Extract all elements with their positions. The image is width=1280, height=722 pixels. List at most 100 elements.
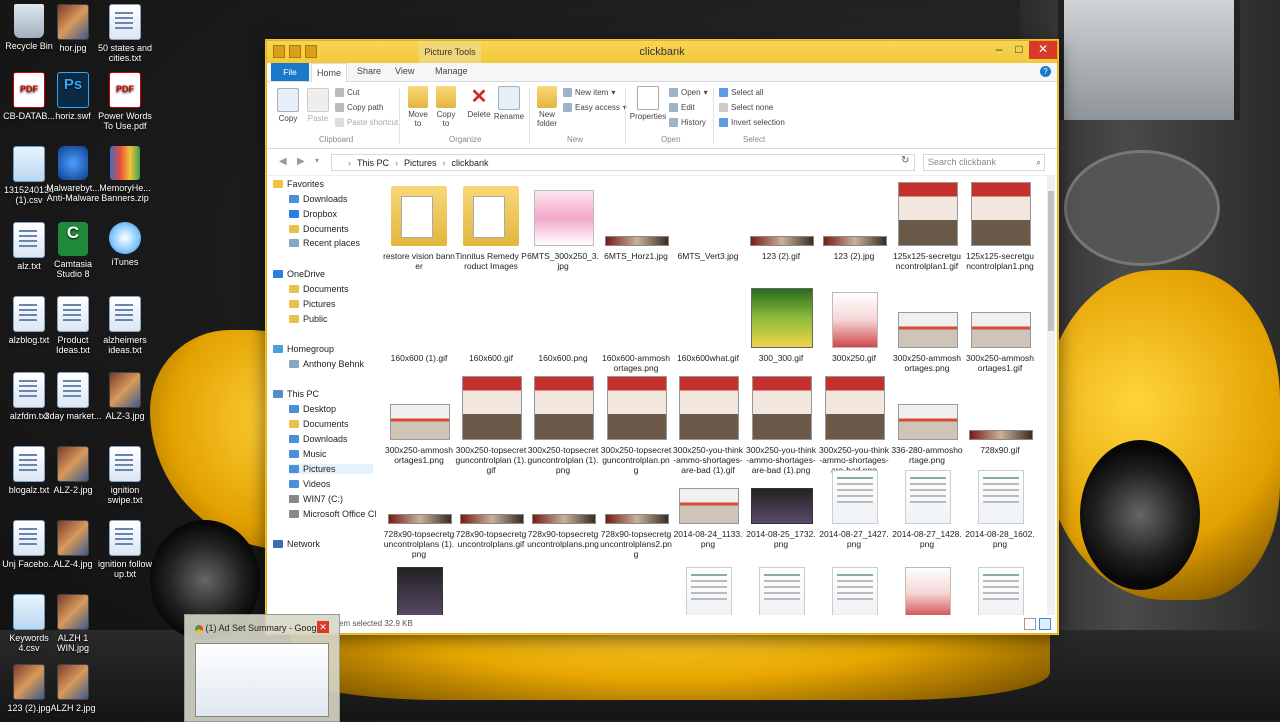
file-item[interactable]: 6MTS_300x250_3.jpg [527,179,599,271]
file-item[interactable]: 2014-08-27_1428.png [891,470,963,549]
file-item[interactable]: 2014-08-27_1427.png [818,470,890,549]
file-item[interactable]: 6MTS_Horz1.jpg [600,179,672,261]
taskbar-preview[interactable]: (1) Ad Set Summary - Googl... ✕ [184,614,340,722]
desktop-icon[interactable]: ignition follow up.txt [94,520,156,579]
breadcrumb-this-pc[interactable]: This PC [357,158,389,168]
desktop-icon[interactable]: ALZ-3.jpg [94,372,156,421]
copy-path-button[interactable]: Copy path [335,103,383,112]
tab-share[interactable]: Share [357,66,381,76]
nav-item[interactable]: Desktop [289,404,336,414]
file-item[interactable]: 300x250.gif [818,281,890,363]
file-item[interactable]: 160x600-ammoshortages.png [600,281,672,373]
history-button[interactable]: History [669,118,706,127]
file-item[interactable]: 125x125-secretguncontrolplan1.png [964,179,1036,271]
back-icon[interactable]: ◀ [279,156,287,167]
desktop-icon[interactable]: 50 states and cities.txt [94,4,156,63]
file-item[interactable]: 300_300.gif [745,281,817,363]
image-thumbnail[interactable] [832,567,878,615]
file-item[interactable]: Tinnitus Remedy Product Images [455,179,527,271]
properties-button[interactable]: Properties [629,86,667,121]
nav-item[interactable]: Anthony Behnk [289,359,364,369]
vertical-scrollbar[interactable] [1047,175,1055,615]
file-item[interactable]: 160x600.png [527,281,599,363]
file-item[interactable]: 160x600.gif [455,281,527,363]
file-item[interactable]: 300x250-ammoshortages1.png [383,369,455,465]
file-item[interactable]: 160x600what.gif [672,281,744,363]
image-thumbnail[interactable] [905,567,951,615]
image-thumbnail[interactable] [397,567,443,615]
cut-button[interactable]: Cut [335,88,359,97]
nav-item[interactable]: Documents [289,284,349,294]
copy-to-button[interactable]: Copy to [433,86,459,128]
nav-item[interactable]: Pictures [289,299,336,309]
nav-item[interactable]: Recent places [289,238,360,248]
search-icon[interactable]: ⌕ [1036,155,1041,170]
title-bar[interactable]: Picture Tools clickbank – □ ✕ [267,41,1057,63]
file-item[interactable]: 123 (2).jpg [818,179,890,261]
details-view-icon[interactable] [1024,618,1036,630]
delete-button[interactable]: ✕ Delete [465,86,493,119]
breadcrumb-clickbank[interactable]: clickbank [452,158,489,168]
tab-manage[interactable]: Manage [435,66,468,76]
new-folder-button[interactable]: New folder [533,86,561,128]
tab-file[interactable]: File [271,63,309,81]
file-item[interactable]: 728x90-topsecretguncontrolplans2.png [600,473,672,559]
nav-item[interactable]: Microsoft Office Clic [289,509,377,519]
file-item[interactable]: 728x90-topsecretguncontrolplans (1).png [383,473,455,559]
file-item[interactable]: 728x90-topsecretguncontrolplans.png [527,473,599,549]
search-input[interactable]: Search clickbank ⌕ [923,154,1045,171]
nav-item[interactable]: Documents [289,419,349,429]
tab-home[interactable]: Home [311,63,347,83]
nav-item[interactable]: This PC [273,389,319,399]
nav-item[interactable]: OneDrive [273,269,325,279]
easy-access-button[interactable]: Easy access▾ [563,103,627,112]
nav-item[interactable]: Public [289,314,328,324]
nav-item[interactable]: Homegroup [273,344,334,354]
paste-shortcut-button[interactable]: Paste shortcut [335,118,398,127]
preview-close-button[interactable]: ✕ [317,621,329,633]
select-all-button[interactable]: Select all [719,88,763,97]
file-item[interactable]: 300x250-you-think-ammo-shortages-are-bad… [818,369,890,475]
file-item[interactable]: 728x90-topsecretguncontrolplans.gif [455,473,527,549]
desktop-icon[interactable]: ALZH 1 WIN.jpg [42,594,104,653]
refresh-icon[interactable]: ↻ [901,155,909,166]
minimize-button[interactable]: – [989,41,1009,59]
edit-button[interactable]: Edit [669,103,695,112]
file-item[interactable]: 300x250-ammoshortages1.gif [964,281,1036,373]
file-item[interactable]: 2014-08-28_1602.png [964,470,1036,549]
image-thumbnail[interactable] [686,567,732,615]
file-item[interactable]: 123 (2).gif [745,179,817,261]
file-item[interactable]: 300x250-you-think-ammo-shortages-are-bad… [745,369,817,475]
file-item[interactable]: 6MTS_Vert3.jpg [672,179,744,261]
maximize-button[interactable]: □ [1009,41,1029,59]
breadcrumb-pictures[interactable]: Pictures [404,158,437,168]
new-item-button[interactable]: New item ▾ [563,88,615,97]
nav-item[interactable]: Pictures [289,464,373,474]
desktop-icon[interactable]: Power Words To Use.pdf [94,72,156,131]
move-to-button[interactable]: Move to [405,86,431,128]
file-item[interactable]: 2014-08-25_1732.png [745,473,817,549]
nav-item[interactable]: Downloads [289,194,348,204]
desktop-icon[interactable]: ALZH 2.jpg [42,664,104,713]
nav-item[interactable]: Documents [289,224,349,234]
breadcrumb[interactable]: › This PC › Pictures › clickbank [331,154,915,171]
image-thumbnail[interactable] [978,567,1024,615]
open-button[interactable]: Open ▾ [669,88,708,97]
scrollbar-thumb[interactable] [1048,191,1054,331]
file-item[interactable]: 300x250-topsecretguncontrolplan.png [600,369,672,475]
rename-button[interactable]: Rename [493,86,525,121]
invert-selection-button[interactable]: Invert selection [719,118,785,127]
file-item[interactable]: 300x250-ammoshortages.png [891,281,963,373]
nav-item[interactable]: Network [273,539,320,549]
select-none-button[interactable]: Select none [719,103,773,112]
large-icons-view-icon[interactable] [1039,618,1051,630]
paste-button[interactable]: Paste [305,88,331,123]
nav-item[interactable]: Music [289,449,327,459]
forward-icon[interactable]: ▶ [297,156,305,167]
file-item[interactable]: 2014-08-24_1133.png [672,473,744,549]
desktop-icon[interactable]: alzheimers ideas.txt [94,296,156,355]
file-item[interactable]: 300x250-topsecretguncontrolplan (1).png [527,369,599,475]
desktop-icon[interactable]: ignition swipe.txt [94,446,156,505]
nav-item[interactable]: Downloads [289,434,348,444]
help-icon[interactable]: ? [1040,66,1051,77]
